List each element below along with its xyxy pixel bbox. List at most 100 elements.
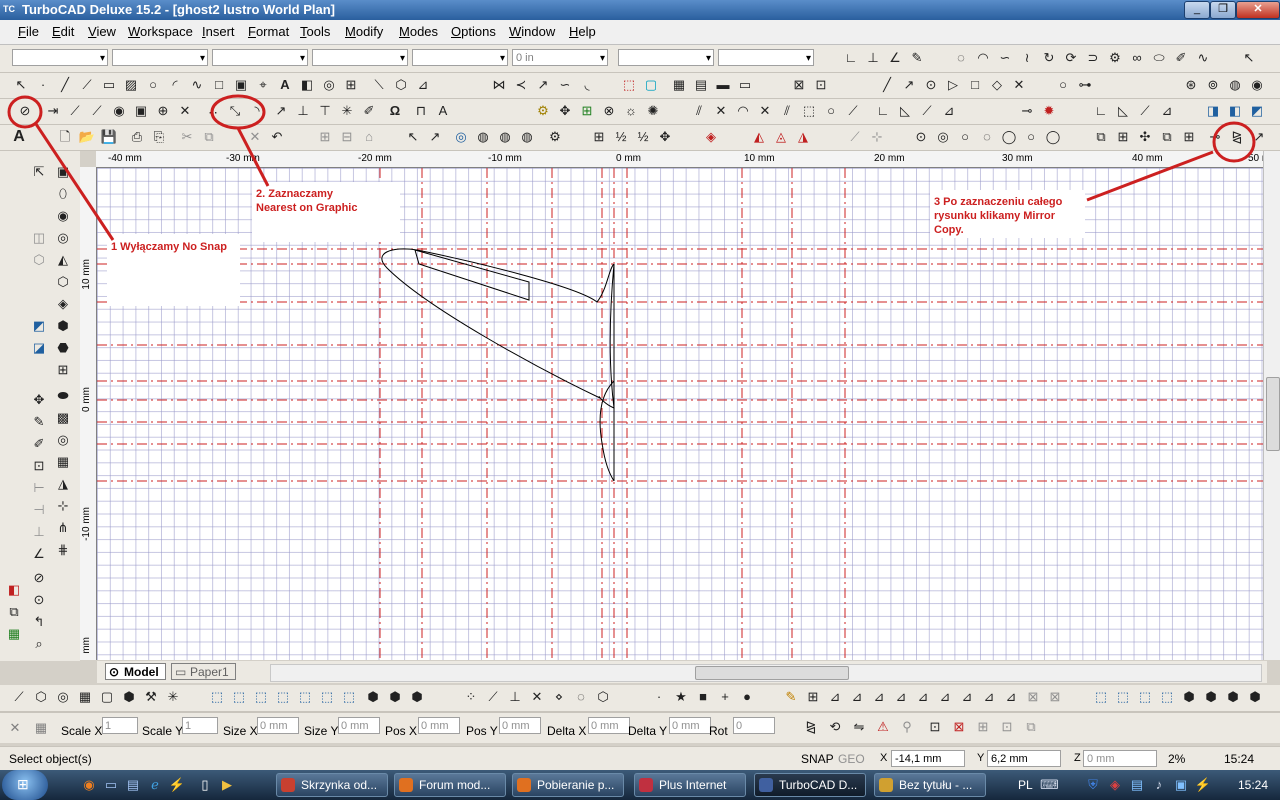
circle4-icon[interactable]: ◌ xyxy=(978,128,996,146)
line-style-combo[interactable] xyxy=(312,49,408,67)
text-style-icon[interactable]: A xyxy=(10,128,28,146)
snap-vertex-icon[interactable]: ⇥ xyxy=(44,102,62,120)
grid-icon[interactable]: ▦ xyxy=(670,76,688,94)
language-indicator[interactable]: PL xyxy=(1018,778,1033,792)
snap-fill-icon[interactable]: ▢ xyxy=(642,76,660,94)
snap-dots-icon[interactable]: ⁘ xyxy=(462,688,480,706)
square-icon[interactable]: □ xyxy=(966,76,984,94)
copy-array-icon[interactable]: ⧉ xyxy=(1092,128,1110,146)
dim2-tool-icon[interactable]: ⊣ xyxy=(30,501,48,519)
cross-icon[interactable]: ✕ xyxy=(756,102,774,120)
mesh-icon[interactable]: ▦ xyxy=(54,453,72,471)
frame-icon[interactable]: ⬚ xyxy=(800,102,818,120)
radius-tool-icon[interactable]: ⊘ xyxy=(30,569,48,587)
menu-options[interactable]: Options xyxy=(451,24,496,39)
box-3d-icon[interactable]: ▣ xyxy=(54,163,72,181)
mirror-copy-icon[interactable]: ⧎ xyxy=(1228,128,1246,146)
dim-h-icon[interactable]: ⊿ xyxy=(980,688,998,706)
explorer-icon[interactable]: ▤ xyxy=(124,776,142,794)
snap-perpendicular-icon[interactable]: ∴ xyxy=(204,102,222,120)
circle-fill-icon[interactable]: ● xyxy=(738,688,756,706)
lock-tool-icon[interactable]: ⚲ xyxy=(898,718,916,736)
dim-e-icon[interactable]: ⊿ xyxy=(914,688,932,706)
taskbar-item[interactable]: Skrzynka od... xyxy=(276,773,388,797)
render-mode-icon[interactable]: ◈ xyxy=(702,128,720,146)
z-coordinate-field[interactable]: 0 mm xyxy=(1083,750,1157,767)
snap-diag-icon[interactable]: ⟋ xyxy=(484,688,502,706)
insert-icon[interactable]: ⊞ xyxy=(342,76,360,94)
geo-indicator[interactable]: GEO xyxy=(838,752,865,766)
y-coordinate-field[interactable]: 6,2 mm xyxy=(987,750,1061,767)
sphere-icon[interactable]: ◉ xyxy=(54,207,72,225)
size-y-field[interactable]: 0 mm xyxy=(338,717,380,734)
select-arrow-icon[interactable]: ↖ xyxy=(1240,49,1258,67)
sweep-icon[interactable]: ⬣ xyxy=(54,339,72,357)
corner-icon[interactable]: ∟ xyxy=(874,102,892,120)
taskbar-item[interactable]: Forum mod... xyxy=(394,773,506,797)
house-icon[interactable]: ⌂ xyxy=(360,128,378,146)
disabled-2-icon[interactable]: ⊹ xyxy=(868,128,886,146)
circle7-icon[interactable]: ◯ xyxy=(1044,128,1062,146)
cube-icon[interactable]: ▣ xyxy=(232,76,250,94)
rotate-icon[interactable]: ↻ xyxy=(1040,49,1058,67)
extend-icon[interactable]: ↗ xyxy=(534,76,552,94)
horizontal-scrollbar[interactable] xyxy=(270,664,1262,682)
view-front-icon[interactable]: ◨ xyxy=(1204,102,1222,120)
ellipse-tool-icon[interactable]: ○ xyxy=(1054,76,1072,94)
taskbar-item[interactable]: Bez tytułu - ... xyxy=(874,773,986,797)
rectangle-icon[interactable]: ▭ xyxy=(100,76,118,94)
view-cube-1-icon[interactable]: ⬚ xyxy=(208,688,226,706)
view-cube-2-icon[interactable]: ⬚ xyxy=(230,688,248,706)
width-combo[interactable] xyxy=(412,49,508,67)
pencil-icon[interactable]: ✎ xyxy=(908,49,926,67)
flip-tool-icon[interactable]: ⇋ xyxy=(850,718,868,736)
menu-edit[interactable]: Edit xyxy=(52,24,74,39)
menu-modes[interactable]: Modes xyxy=(399,24,438,39)
nearest-on-graphic-icon[interactable]: ⤡ xyxy=(226,102,244,120)
text-icon[interactable]: A xyxy=(276,76,294,94)
notepad-icon[interactable]: ▯ xyxy=(196,776,214,794)
ellipse-icon[interactable]: ⬭ xyxy=(1150,49,1168,67)
loft-icon[interactable]: ⬢ xyxy=(54,317,72,335)
fill-combo[interactable] xyxy=(618,49,714,67)
dim-b-icon[interactable]: ⊿ xyxy=(848,688,866,706)
circle-target-icon[interactable]: ⊙ xyxy=(922,76,940,94)
restore-button[interactable]: ❐ xyxy=(1210,1,1236,19)
snap-node-icon[interactable]: ⋄ xyxy=(550,688,568,706)
pointer-plus-icon[interactable]: ↗ xyxy=(426,128,444,146)
render-icon[interactable]: ⊛ xyxy=(1182,76,1200,94)
ring-icon[interactable]: ◎ xyxy=(54,431,72,449)
tray-power-icon[interactable]: ⚡ xyxy=(1194,776,1212,794)
cylinder-icon[interactable]: ⬯ xyxy=(54,185,72,203)
scale-icon[interactable]: ⊡ xyxy=(812,76,830,94)
boolean-icon[interactable]: ◩ xyxy=(30,317,48,335)
snap-drawing-icon[interactable]: ✐ xyxy=(360,102,378,120)
link-icon[interactable]: ⊗ xyxy=(600,102,618,120)
eraser-icon[interactable]: ⬡ xyxy=(392,76,410,94)
spark-icon[interactable]: ✺ xyxy=(644,102,662,120)
snap-indicator[interactable]: SNAP xyxy=(801,752,834,766)
start-button[interactable]: ⊞ xyxy=(2,770,48,800)
tray-monitor-icon[interactable]: ▣ xyxy=(1172,776,1190,794)
dim-a-icon[interactable]: ⊿ xyxy=(826,688,844,706)
pos-y-field[interactable]: 0 mm xyxy=(499,717,541,734)
diamond-icon[interactable]: ◇ xyxy=(988,76,1006,94)
view-top-icon[interactable]: ◩ xyxy=(1248,102,1266,120)
matrix-icon[interactable]: ⊞ xyxy=(1180,128,1198,146)
dimension-icon[interactable]: ⊠ xyxy=(790,76,808,94)
block-palette-icon[interactable]: ⧉ xyxy=(5,603,23,621)
menu-format[interactable]: Format xyxy=(248,24,289,39)
distribute-tool-icon[interactable]: ⊞ xyxy=(974,718,992,736)
view-c-icon[interactable]: ⬚ xyxy=(1136,688,1154,706)
box-icon[interactable]: □ xyxy=(210,76,228,94)
align-tool-icon[interactable]: ⊡ xyxy=(926,718,944,736)
horizontal-scroll-thumb[interactable] xyxy=(695,666,849,680)
offset-icon[interactable]: ⊃ xyxy=(1084,49,1102,67)
copy-icon[interactable]: ⧉ xyxy=(200,128,218,146)
mirror-tool-icon[interactable]: ⧎ xyxy=(802,718,820,736)
loop-icon[interactable]: ∽ xyxy=(556,76,574,94)
ortho-icon[interactable]: ∟ xyxy=(842,49,860,67)
wave-icon[interactable]: ∿ xyxy=(1194,49,1212,67)
size-x-field[interactable]: 0 mm xyxy=(257,717,299,734)
tray-network-icon[interactable]: ▤ xyxy=(1128,776,1146,794)
